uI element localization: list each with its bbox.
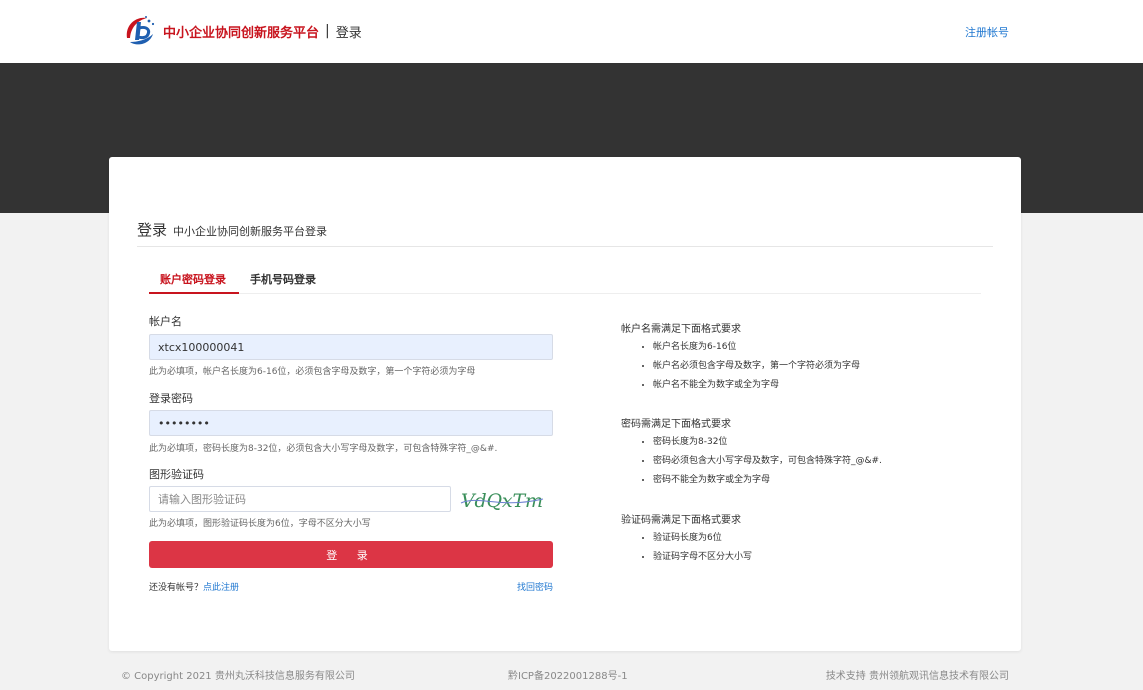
rule-item: 帐户名长度为6-16位 — [653, 338, 1001, 357]
password-rules: 密码需满足下面格式要求 密码长度为8-32位 密码必须包含大小写字母及数字，可包… — [621, 415, 1001, 511]
login-footer-links: 还没有帐号？点此注册 找回密码 — [149, 580, 553, 593]
page-footer: © Copyright 2021 贵州丸沃科技信息服务有限公司 黔ICP备202… — [0, 651, 1143, 690]
site-logo[interactable]: 中小企业协同创新服务平台 | 登录 — [121, 12, 362, 50]
rule-item: 帐户名不能全为数字或全为字母 — [653, 376, 1001, 395]
account-input[interactable] — [149, 334, 553, 360]
password-rules-title: 密码需满足下面格式要求 — [621, 419, 731, 430]
captcha-input[interactable] — [149, 486, 451, 512]
site-name: 中小企业协同创新服务平台 — [163, 25, 320, 41]
login-tabs: 账户密码登录 手机号码登录 — [149, 265, 981, 294]
account-rules-title: 帐户名需满足下面格式要求 — [621, 324, 741, 335]
password-label: 登录密码 — [149, 392, 193, 405]
captcha-hint: 此为必填项，图形验证码长度为6位，字母不区分大小写 — [149, 519, 371, 529]
captcha-rules-title: 验证码需满足下面格式要求 — [621, 515, 741, 526]
account-label: 帐户名 — [149, 315, 182, 328]
top-header: 中小企业协同创新服务平台 | 登录 注册帐号 — [0, 0, 1143, 63]
login-button[interactable]: 登 录 — [149, 541, 553, 568]
card-title-main: 登录 — [137, 221, 168, 239]
format-rules: 帐户名需满足下面格式要求 帐户名长度为6-16位 帐户名必须包含字母及数字，第一… — [621, 320, 1001, 567]
platform-logo-icon — [123, 14, 157, 48]
rule-item: 帐户名必须包含字母及数字，第一个字符必须为字母 — [653, 357, 1001, 376]
copyright-text: © Copyright 2021 贵州丸沃科技信息服务有限公司 — [121, 671, 355, 682]
captcha-rules-list: 验证码长度为6位 验证码字母不区分大小写 — [621, 529, 1001, 567]
password-hint: 此为必填项，密码长度为8-32位，必须包含大小写字母及数字，可包含特殊字符_@&… — [149, 444, 498, 454]
register-account-link[interactable]: 注册帐号 — [965, 24, 1009, 40]
rule-item: 密码长度为8-32位 — [653, 433, 1001, 452]
account-rules-list: 帐户名长度为6-16位 帐户名必须包含字母及数字，第一个字符必须为字母 帐户名不… — [621, 338, 1001, 395]
active-tab-indicator — [149, 292, 239, 294]
page-name: 登录 — [335, 25, 362, 41]
password-input[interactable] — [149, 410, 553, 436]
captcha-image[interactable]: VdQxTm — [459, 487, 545, 513]
tab-account-password[interactable]: 账户密码登录 — [160, 271, 226, 287]
account-rules: 帐户名需满足下面格式要求 帐户名长度为6-16位 帐户名必须包含字母及数字，第一… — [621, 320, 1001, 415]
login-card: 登录 中小企业协同创新服务平台登录 账户密码登录 手机号码登录 帐户名 此为必填… — [109, 157, 1021, 651]
forgot-password-link[interactable]: 找回密码 — [517, 580, 553, 593]
rule-item: 密码不能全为数字或全为字母 — [653, 471, 1001, 490]
rule-item: 密码必须包含大小写字母及数字，可包含特殊字符_@&#. — [653, 452, 1001, 471]
title-separator: | — [325, 23, 330, 39]
tech-support-text: 技术支持 贵州领航观讯信息技术有限公司 — [825, 671, 1009, 682]
rule-item: 验证码长度为6位 — [653, 529, 1001, 548]
title-divider — [137, 246, 993, 247]
no-account-text: 还没有帐号？ — [149, 583, 204, 593]
card-title: 登录 中小企业协同创新服务平台登录 — [137, 219, 327, 240]
password-rules-list: 密码长度为8-32位 密码必须包含大小写字母及数字，可包含特殊字符_@&#. 密… — [621, 433, 1001, 490]
tab-phone[interactable]: 手机号码登录 — [250, 271, 316, 287]
register-now-link[interactable]: 点此注册 — [203, 583, 239, 593]
captcha-rules: 验证码需满足下面格式要求 验证码长度为6位 验证码字母不区分大小写 — [621, 511, 1001, 567]
icp-link[interactable]: 黔ICP备2022001288号-1 — [508, 667, 628, 682]
rule-item: 验证码字母不区分大小写 — [653, 548, 1001, 567]
account-hint: 此为必填项，帐户名长度为6-16位，必须包含字母及数字，第一个字符必须为字母 — [149, 367, 476, 377]
captcha-label: 图形验证码 — [149, 468, 204, 481]
card-title-sub: 中小企业协同创新服务平台登录 — [173, 225, 328, 238]
